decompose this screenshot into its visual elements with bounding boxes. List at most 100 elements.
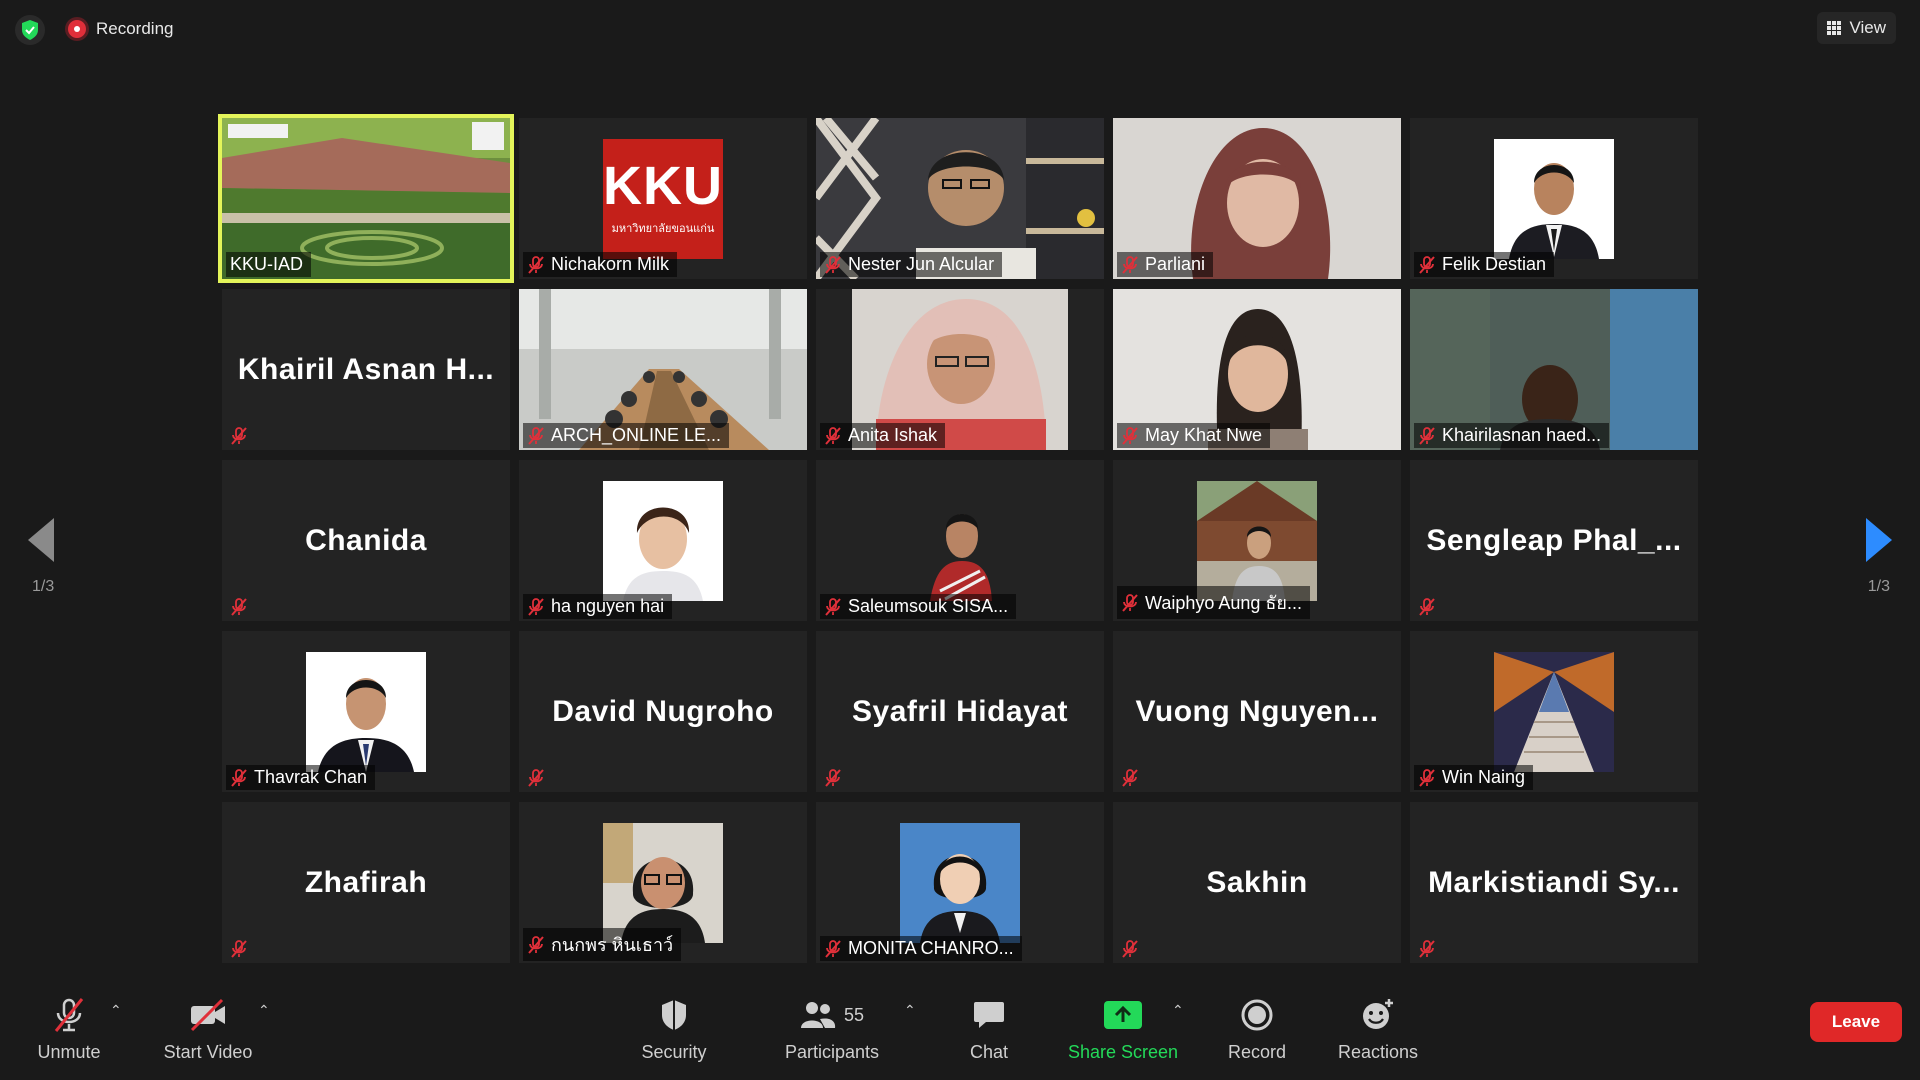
participant-tile[interactable]: Vuong Nguyen...	[1113, 631, 1401, 792]
next-page-arrow-icon[interactable]	[1866, 518, 1892, 562]
chat-label: Chat	[969, 1042, 1009, 1062]
participant-tile[interactable]: Anita Ishak	[816, 289, 1104, 450]
participant-tile[interactable]: กนกพร หินเธาว์	[519, 802, 807, 963]
muted-mic-icon	[1418, 939, 1436, 959]
participant-display-name: Vuong Nguyen...	[1135, 694, 1379, 728]
participant-name: Thavrak Chan	[254, 767, 368, 787]
participant-name-tag	[1414, 595, 1444, 619]
participant-tile[interactable]: Nester Jun Alcular	[816, 118, 1104, 279]
muted-mic-icon	[824, 939, 842, 959]
profile-photo	[603, 823, 723, 943]
participant-name: KKU-IAD	[230, 254, 304, 274]
recording-icon	[68, 20, 86, 38]
participant-tile[interactable]: Syafril Hidayat	[816, 631, 1104, 792]
share-screen-button[interactable]: Share Screen	[1064, 996, 1182, 1063]
participant-tile[interactable]: Waiphyo Aung ธัย...	[1113, 460, 1401, 621]
participant-name-tag: กนกพร หินเธาว์	[523, 928, 682, 961]
share-screen-icon	[1103, 996, 1143, 1034]
muted-mic-icon	[1418, 255, 1436, 275]
participant-tile[interactable]: Felik Destian	[1410, 118, 1698, 279]
gallery-grid: KKU-IAD KKU มหาวิทยาลัยขอนแก่น Nichakorn…	[218, 114, 1698, 963]
participant-tile[interactable]: Sengleap Phal_...	[1410, 460, 1698, 621]
participants-label: Participants	[784, 1042, 880, 1062]
participant-name-tag: ha nguyen hai	[523, 594, 673, 619]
participants-icon-group: 55	[800, 996, 864, 1034]
muted-mic-icon	[1121, 939, 1139, 959]
participants-button[interactable]: 55 Participants	[780, 996, 884, 1063]
participant-name-tag: Nester Jun Alcular	[820, 252, 1003, 277]
share-screen-label: Share Screen	[1067, 1042, 1179, 1062]
security-button[interactable]: Security	[632, 996, 716, 1063]
participant-name: Felik Destian	[1442, 254, 1547, 274]
people-icon	[800, 1002, 836, 1028]
participant-name: Nichakorn Milk	[551, 254, 670, 274]
record-button[interactable]: Record	[1222, 996, 1292, 1063]
participant-name-tag: Waiphyo Aung ธัย...	[1117, 586, 1310, 619]
participant-name-tag: May Khat Nwe	[1117, 423, 1271, 448]
muted-mic-icon	[527, 935, 545, 955]
view-button[interactable]: View	[1817, 12, 1896, 44]
share-options-chevron-icon[interactable]: ⌃	[1172, 1002, 1184, 1019]
record-icon	[1240, 996, 1274, 1034]
participant-tile[interactable]: Parliani	[1113, 118, 1401, 279]
unmute-label: Unmute	[37, 1042, 101, 1062]
participant-name: Waiphyo Aung ธัย...	[1145, 593, 1302, 613]
participant-tile[interactable]: Win Naing	[1410, 631, 1698, 792]
participant-tile[interactable]: May Khat Nwe	[1113, 289, 1401, 450]
muted-mic-icon	[1121, 593, 1139, 613]
participants-count: 55	[843, 1004, 865, 1025]
recording-indicator[interactable]: Recording	[68, 19, 174, 39]
leave-button[interactable]: Leave	[1810, 1002, 1902, 1042]
participants-options-chevron-icon[interactable]: ⌃	[904, 1002, 916, 1019]
start-video-button[interactable]: Start Video	[160, 996, 256, 1063]
participant-name: ha nguyen hai	[551, 596, 665, 616]
participant-name-tag: Saleumsouk SISA...	[820, 594, 1017, 619]
participant-name-tag: Felik Destian	[1414, 252, 1555, 277]
unmute-button[interactable]: Unmute	[34, 996, 104, 1063]
participant-display-name: Markistiandi Sy...	[1428, 865, 1680, 899]
grid-view-icon	[1827, 21, 1842, 35]
participant-tile[interactable]: ARCH_ONLINE LE...	[519, 289, 807, 450]
audio-options-chevron-icon[interactable]: ⌃	[110, 1002, 122, 1019]
participant-name-tag: KKU-IAD	[226, 252, 312, 277]
participant-tile[interactable]: Markistiandi Sy...	[1410, 802, 1698, 963]
profile-photo	[603, 481, 723, 601]
video-off-icon	[188, 996, 228, 1034]
participant-name: Nester Jun Alcular	[848, 254, 995, 274]
participant-tile[interactable]: Khairilasnan haed...	[1410, 289, 1698, 450]
participant-name-tag: Parliani	[1117, 252, 1214, 277]
participant-tile[interactable]: Saleumsouk SISA...	[816, 460, 1104, 621]
participant-tile[interactable]: ha nguyen hai	[519, 460, 807, 621]
participant-tile[interactable]: Zhafirah	[222, 802, 510, 963]
participant-name: Saleumsouk SISA...	[848, 596, 1009, 616]
participant-tile[interactable]: Khairil Asnan H...	[222, 289, 510, 450]
participant-name-tag	[1414, 937, 1444, 961]
participant-tile[interactable]: KKU มหาวิทยาลัยขอนแก่น Nichakorn Milk	[519, 118, 807, 279]
participant-tile[interactable]: MONITA CHANRO...	[816, 802, 1104, 963]
chat-bubble-icon	[972, 996, 1006, 1034]
start-video-label: Start Video	[163, 1042, 253, 1062]
profile-photo	[1494, 652, 1614, 772]
encryption-shield-icon[interactable]	[14, 14, 46, 46]
muted-mic-icon	[824, 426, 842, 446]
participant-name-tag: ARCH_ONLINE LE...	[523, 423, 730, 448]
profile-photo	[1494, 139, 1614, 259]
participant-tile[interactable]: Thavrak Chan	[222, 631, 510, 792]
security-label: Security	[641, 1042, 707, 1062]
participant-name-tag	[820, 766, 850, 790]
profile-photo	[900, 823, 1020, 943]
previous-page-arrow-icon[interactable]	[28, 518, 54, 562]
participant-tile[interactable]: KKU-IAD	[218, 114, 514, 283]
participant-tile[interactable]: Chanida	[222, 460, 510, 621]
participant-tile[interactable]: David Nugroho	[519, 631, 807, 792]
video-options-chevron-icon[interactable]: ⌃	[258, 1002, 270, 1019]
participant-name: Parliani	[1145, 254, 1206, 274]
muted-mic-icon	[824, 768, 842, 788]
participant-tile[interactable]: Sakhin	[1113, 802, 1401, 963]
participant-name-tag: Khairilasnan haed...	[1414, 423, 1610, 448]
reactions-button[interactable]: Reactions	[1336, 996, 1420, 1063]
participant-name-tag: Anita Ishak	[820, 423, 946, 448]
participant-display-name: Chanida	[305, 523, 427, 557]
chat-button[interactable]: Chat	[960, 996, 1018, 1063]
muted-mic-icon	[230, 597, 248, 617]
